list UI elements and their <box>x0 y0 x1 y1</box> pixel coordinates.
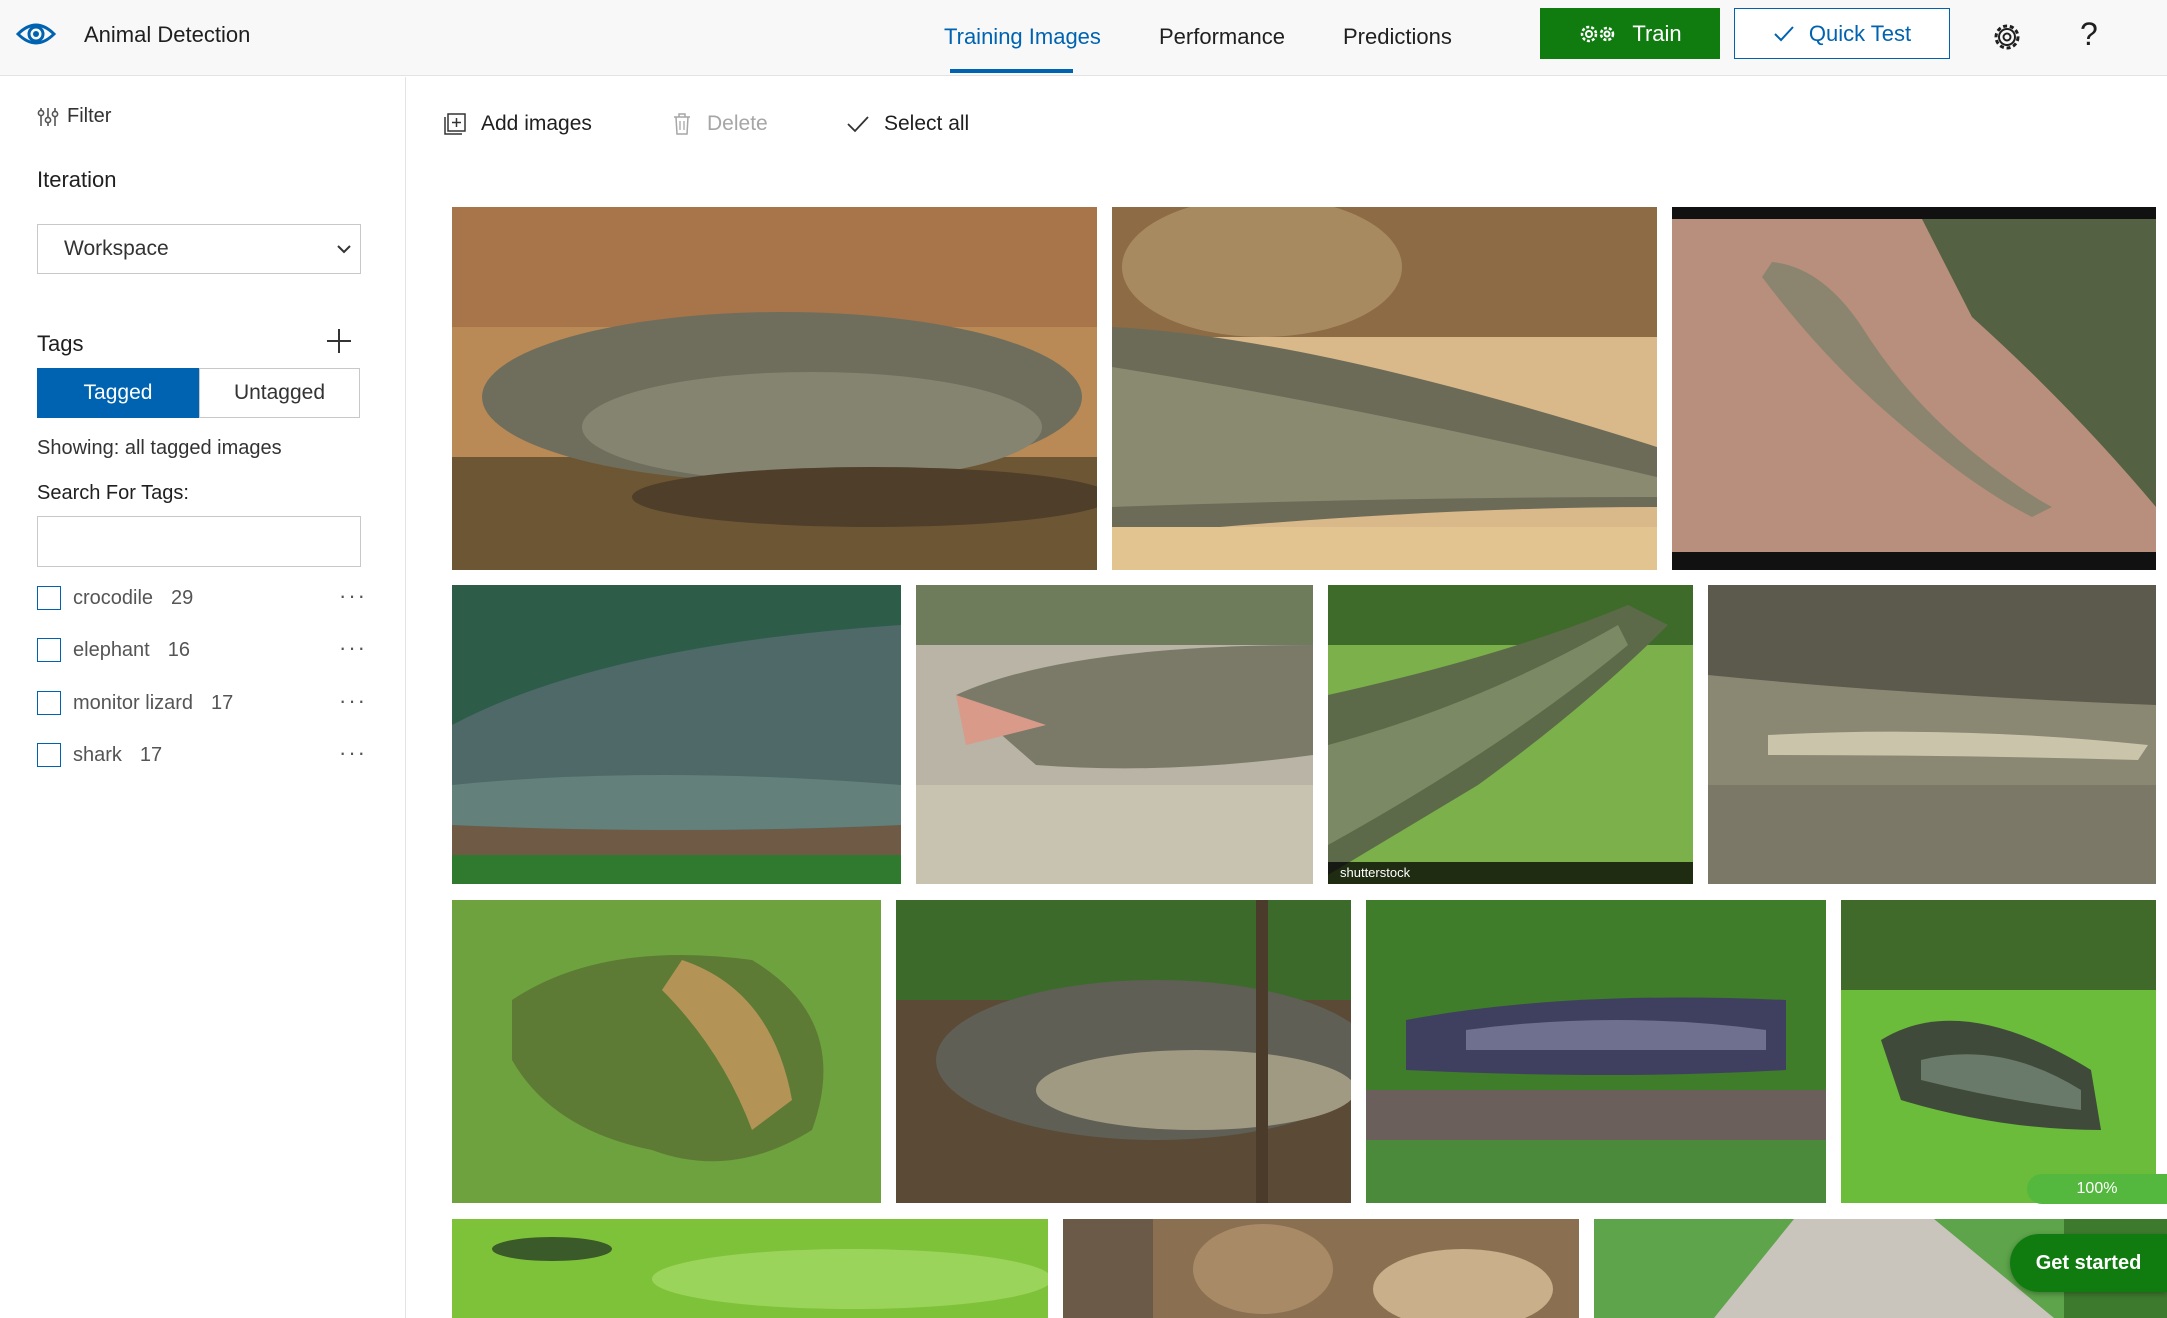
crocodile-photo <box>1708 585 2156 884</box>
filter-sliders-icon <box>37 107 59 126</box>
checkmark-icon <box>1774 25 1794 41</box>
training-image-thumbnail[interactable] <box>1708 585 2156 884</box>
train-button[interactable]: Train <box>1540 8 1720 59</box>
tag-checkbox[interactable] <box>37 743 61 767</box>
app-title: Animal Detection <box>84 22 251 47</box>
crocodile-photo <box>1672 207 2156 570</box>
tag-more-options-icon[interactable]: ··· <box>339 635 367 661</box>
iteration-select[interactable]: Workspace <box>37 224 361 274</box>
crocodile-photo <box>452 207 1097 570</box>
get-started-button[interactable]: Get started <box>2010 1234 2167 1292</box>
tag-count: 16 <box>167 638 190 661</box>
tab-training-images[interactable]: Training Images <box>944 24 1101 50</box>
crocodile-photo <box>1112 207 1657 570</box>
crocodile-photo <box>896 900 1351 1203</box>
filter-label: Filter <box>67 105 112 127</box>
quick-test-button[interactable]: Quick Test <box>1734 8 1950 59</box>
sidebar: Filter Iteration Workspace Tags Tagged U… <box>0 77 406 1318</box>
tag-checkbox[interactable] <box>37 586 61 610</box>
select-all-label: Select all <box>884 112 970 135</box>
delete-button[interactable]: Delete <box>671 112 768 136</box>
crocodile-photo <box>452 585 901 884</box>
active-tab-indicator <box>950 69 1073 73</box>
tag-count: 29 <box>171 586 194 609</box>
checkmark-icon <box>847 116 869 133</box>
top-bar: Animal Detection Training Images Perform… <box>0 0 2167 76</box>
add-images-button[interactable]: Add images <box>443 112 592 136</box>
help-button[interactable]: ? <box>2080 16 2098 53</box>
showing-status: Showing: all tagged images <box>37 437 282 459</box>
iteration-label: Iteration <box>37 167 117 192</box>
filter-button[interactable]: Filter <box>37 105 111 128</box>
add-tag-plus-icon[interactable] <box>325 327 353 355</box>
training-image-thumbnail[interactable] <box>1063 1219 1579 1318</box>
crocodile-photo <box>1063 1219 1579 1318</box>
training-image-thumbnail[interactable] <box>452 207 1097 570</box>
tag-item-shark[interactable]: shark 17 ··· <box>37 740 367 770</box>
tag-item-monitor-lizard[interactable]: monitor lizard 17 ··· <box>37 688 367 718</box>
tag-count: 17 <box>211 691 234 714</box>
tag-more-options-icon[interactable]: ··· <box>339 740 367 766</box>
tag-item-elephant[interactable]: elephant 16 ··· <box>37 635 367 665</box>
watermark: shutterstock <box>1328 862 1693 884</box>
crocodile-photo <box>1328 585 1693 884</box>
training-image-thumbnail[interactable] <box>1841 900 2156 1203</box>
search-tags-input[interactable] <box>37 516 361 567</box>
add-image-icon <box>444 113 466 135</box>
tags-label: Tags <box>37 331 84 356</box>
settings-gear-icon[interactable] <box>1990 20 2024 54</box>
tagged-toggle[interactable]: Tagged <box>37 368 199 418</box>
crocodile-photo <box>452 900 881 1203</box>
upload-progress-badge: 100% <box>2027 1174 2167 1204</box>
tag-name: elephant <box>73 638 150 661</box>
training-image-thumbnail[interactable] <box>452 585 901 884</box>
tag-name: monitor lizard <box>73 691 194 714</box>
tag-name: crocodile <box>73 586 154 609</box>
crocodile-photo <box>1366 900 1826 1203</box>
select-all-button[interactable]: Select all <box>846 112 969 136</box>
tag-more-options-icon[interactable]: ··· <box>339 583 367 609</box>
trash-icon <box>674 113 690 135</box>
training-image-thumbnail[interactable] <box>452 1219 1048 1318</box>
training-image-thumbnail[interactable] <box>896 900 1351 1203</box>
iteration-value: Workspace <box>64 237 169 260</box>
training-image-thumbnail[interactable] <box>1366 900 1826 1203</box>
training-image-thumbnail[interactable]: shutterstock <box>1328 585 1693 884</box>
quick-test-label: Quick Test <box>1808 20 1912 46</box>
training-image-thumbnail[interactable] <box>452 900 881 1203</box>
tab-performance[interactable]: Performance <box>1159 24 1285 50</box>
tag-checkbox[interactable] <box>37 691 61 715</box>
tag-name: shark <box>73 743 122 766</box>
tab-predictions[interactable]: Predictions <box>1343 24 1452 50</box>
eye-icon[interactable] <box>14 14 58 54</box>
gears-icon <box>1581 25 1615 42</box>
crocodile-photo <box>1841 900 2156 1203</box>
crocodile-photo <box>916 585 1313 884</box>
training-image-thumbnail[interactable] <box>1112 207 1657 570</box>
add-images-label: Add images <box>481 112 592 135</box>
tag-count: 17 <box>139 743 163 766</box>
training-image-thumbnail[interactable] <box>916 585 1313 884</box>
tag-checkbox[interactable] <box>37 638 61 662</box>
tag-item-crocodile[interactable]: crocodile 29 ··· <box>37 583 367 613</box>
training-image-thumbnail[interactable] <box>1672 207 2156 570</box>
delete-label: Delete <box>707 112 768 135</box>
train-label: Train <box>1632 20 1682 46</box>
untagged-toggle[interactable]: Untagged <box>199 368 360 418</box>
search-tags-label: Search For Tags: <box>37 482 189 504</box>
chevron-down-icon <box>337 245 351 254</box>
tag-more-options-icon[interactable]: ··· <box>339 688 367 714</box>
crocodile-photo <box>452 1219 1048 1318</box>
